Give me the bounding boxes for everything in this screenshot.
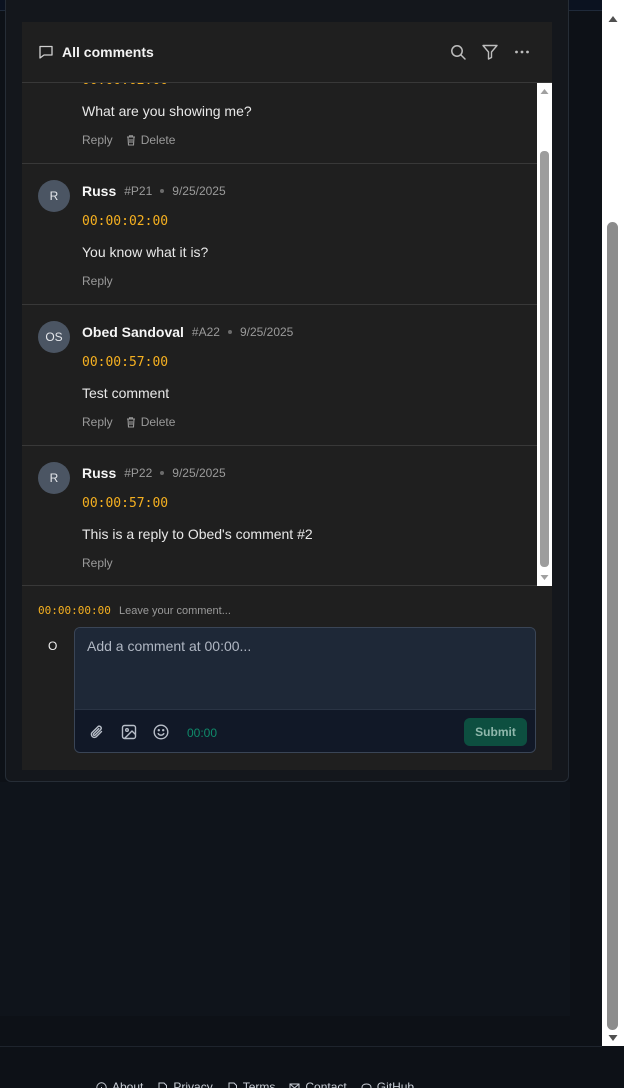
- avatar: OS: [38, 321, 70, 353]
- separator-dot: [227, 330, 232, 334]
- reply-button[interactable]: Reply: [82, 556, 113, 570]
- current-user-avatar: O: [48, 639, 58, 653]
- search-icon[interactable]: [449, 43, 467, 61]
- footer-divider: [0, 1046, 602, 1047]
- reply-button[interactable]: Reply: [82, 415, 113, 429]
- page-scrollbar-thumb[interactable]: [607, 222, 618, 1030]
- composer-time: 00:00: [187, 726, 218, 740]
- comment-item: R Russ #P21 9/25/2025 00:00:02:00 You kn…: [22, 164, 537, 305]
- comments-title: All comments: [62, 44, 154, 60]
- comment-list[interactable]: 00:00:02:00 What are you showing me? Rep…: [22, 83, 537, 586]
- scrollbar-thumb[interactable]: [540, 151, 549, 567]
- comment-text: This is a reply to Obed's comment #2: [82, 526, 313, 542]
- footer-link-terms[interactable]: Terms: [227, 1080, 276, 1088]
- comment-date: 9/25/2025: [172, 184, 226, 198]
- comment-icon: [39, 45, 53, 59]
- separator-dot: [160, 471, 165, 475]
- footer-links: About Privacy Terms Contact GitHub: [96, 1080, 428, 1088]
- reply-button[interactable]: Reply: [82, 274, 113, 288]
- comment-list-scrollbar[interactable]: [537, 83, 552, 586]
- footer-link-label: Terms: [242, 1080, 276, 1088]
- comment-composer: 00:00 Submit: [74, 627, 536, 753]
- comment-text: Test comment: [82, 385, 170, 401]
- comment-timestamp[interactable]: 00:00:57:00: [82, 355, 168, 370]
- footer-link-label: Contact: [305, 1080, 347, 1088]
- trash-icon: [126, 417, 135, 428]
- comment-input[interactable]: [75, 628, 535, 709]
- paperclip-icon[interactable]: [88, 723, 106, 741]
- comment-item: R Russ #P22 9/25/2025 00:00:57:00 This i…: [22, 446, 537, 585]
- submit-button[interactable]: Submit: [464, 718, 527, 746]
- trash-icon: [126, 135, 135, 146]
- comment-timestamp[interactable]: 00:00:02:00: [82, 214, 168, 229]
- comment-id: #P22: [124, 466, 153, 480]
- comment-item: 00:00:02:00 What are you showing me? Rep…: [22, 83, 537, 164]
- comment-author: Obed Sandoval: [82, 324, 184, 340]
- comment-text: You know what it is?: [82, 244, 209, 260]
- comment-date: 9/25/2025: [172, 466, 226, 480]
- composer-hint: Leave your comment...: [119, 605, 231, 617]
- footer-link-github[interactable]: GitHub: [361, 1080, 414, 1088]
- mail-icon: [289, 1083, 300, 1088]
- composer-toolbar: 00:00 Submit: [75, 709, 535, 752]
- scroll-down-arrow-icon[interactable]: [540, 573, 549, 582]
- comment-author: Russ: [82, 465, 117, 481]
- page-bottom: [0, 1016, 602, 1088]
- delete-button[interactable]: Delete: [125, 133, 176, 147]
- avatar: R: [38, 462, 70, 494]
- composer-timestamp: 00:00:00:00: [38, 604, 111, 617]
- scroll-up-arrow-icon[interactable]: [540, 87, 549, 96]
- separator-dot: [160, 189, 165, 193]
- comments-header: All comments: [22, 22, 552, 83]
- comment-id: #P21: [124, 184, 153, 198]
- comment-text: What are you showing me?: [82, 103, 252, 119]
- document-icon: [158, 1082, 168, 1088]
- footer-link-contact[interactable]: Contact: [289, 1080, 347, 1088]
- footer-link-label: GitHub: [376, 1080, 415, 1088]
- comment-date: 9/25/2025: [239, 325, 294, 339]
- footer-link-label: About: [112, 1080, 144, 1088]
- delete-button[interactable]: Delete: [125, 415, 176, 429]
- comment-timestamp[interactable]: 00:00:57:00: [82, 496, 168, 511]
- comment-item: OS Obed Sandoval #A22 9/25/2025 00:00:57…: [22, 305, 537, 446]
- comments-panel: All comments 00:00:02:00 What are you sh…: [22, 22, 552, 770]
- footer-link-label: Privacy: [173, 1080, 213, 1088]
- filter-icon[interactable]: [481, 43, 499, 61]
- reply-button[interactable]: Reply: [82, 133, 113, 147]
- avatar: R: [38, 180, 70, 212]
- emoji-icon[interactable]: [152, 723, 170, 741]
- document-icon: [228, 1082, 237, 1088]
- footer-link-about[interactable]: About: [96, 1080, 143, 1088]
- delete-label: Delete: [140, 415, 176, 429]
- page-background: [0, 782, 570, 1016]
- comment-timestamp: 00:00:02:00: [82, 83, 168, 88]
- page-scroll-up-icon[interactable]: [608, 14, 618, 24]
- image-icon[interactable]: [120, 723, 138, 741]
- comment-id: #A22: [191, 325, 220, 339]
- page-scroll-down-icon[interactable]: [608, 1033, 618, 1043]
- comment-author: Russ: [82, 183, 117, 199]
- github-icon: [361, 1082, 372, 1088]
- delete-label: Delete: [140, 133, 176, 147]
- more-icon[interactable]: [513, 43, 531, 61]
- footer-link-privacy[interactable]: Privacy: [157, 1080, 213, 1088]
- info-icon: [96, 1081, 107, 1088]
- page-scrollbar[interactable]: [602, 0, 624, 1046]
